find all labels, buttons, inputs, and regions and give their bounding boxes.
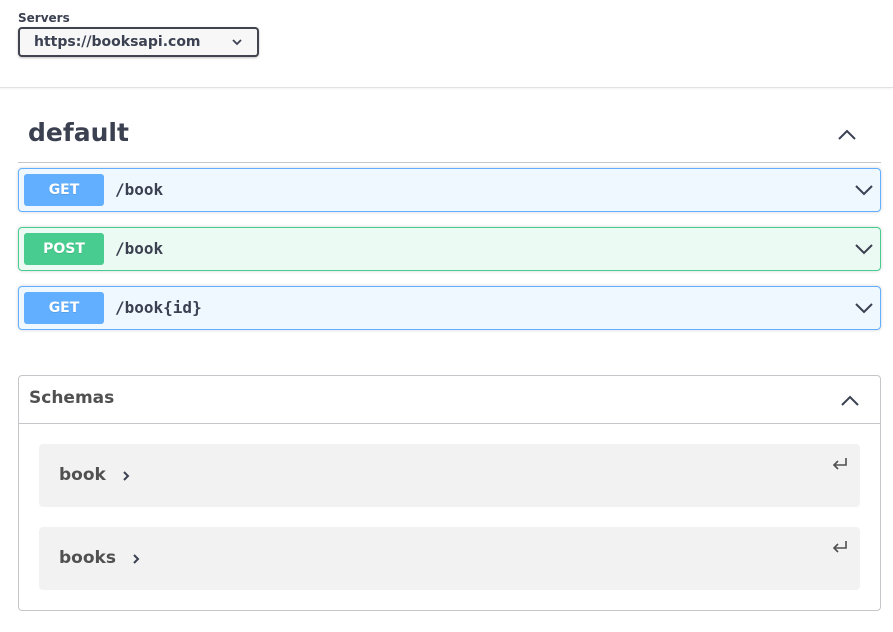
schemas-header[interactable]: Schemas — [19, 376, 880, 424]
servers-label: Servers — [18, 11, 70, 25]
operation-get-book-id[interactable]: GET /book{id} — [18, 286, 881, 330]
chevron-up-icon[interactable] — [837, 126, 857, 142]
operation-path: /book — [115, 180, 164, 199]
server-select-value: https://booksapi.com — [34, 34, 201, 50]
tag-title: default — [28, 118, 129, 147]
tag-header-default[interactable]: default — [18, 106, 881, 163]
operation-post-book[interactable]: POST /book — [18, 227, 881, 271]
model-name: books — [59, 548, 116, 568]
chevron-down-icon[interactable] — [854, 301, 874, 315]
chevron-right-icon[interactable] — [131, 553, 141, 565]
servers-section: Servers https://booksapi.com — [0, 0, 893, 88]
return-arrow-icon[interactable] — [830, 456, 850, 472]
method-badge: GET — [24, 174, 104, 206]
model-book[interactable]: book — [39, 444, 860, 507]
method-badge: GET — [24, 292, 104, 324]
chevron-right-icon[interactable] — [121, 470, 131, 482]
schemas-title: Schemas — [29, 388, 115, 408]
model-books[interactable]: books — [39, 527, 860, 590]
server-select[interactable]: https://booksapi.com — [18, 27, 259, 57]
return-arrow-icon[interactable] — [830, 539, 850, 555]
chevron-up-icon[interactable] — [840, 392, 860, 408]
model-name: book — [59, 465, 106, 485]
operation-path: /book — [115, 239, 164, 258]
chevron-down-icon[interactable] — [854, 242, 874, 256]
method-badge: POST — [24, 233, 104, 265]
schemas-section: Schemas book books — [18, 375, 881, 611]
operation-path: /book{id} — [115, 298, 202, 317]
chevron-down-icon — [232, 39, 242, 46]
chevron-down-icon[interactable] — [854, 183, 874, 197]
operation-get-book[interactable]: GET /book — [18, 168, 881, 212]
